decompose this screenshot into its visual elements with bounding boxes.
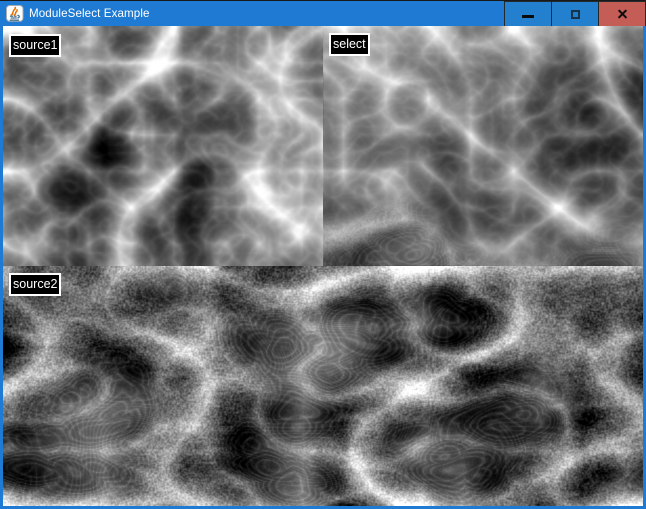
app-window: ModuleSelect Example source1 select sour… (0, 0, 646, 509)
title-bar[interactable]: ModuleSelect Example (0, 1, 646, 26)
source2-label: source2 (9, 273, 61, 296)
window-controls (505, 1, 646, 26)
close-icon (617, 9, 627, 19)
close-button[interactable] (598, 1, 646, 26)
client-area: source1 select source2 (3, 26, 643, 506)
maximize-icon (571, 10, 580, 19)
java-coffee-cup-icon (6, 5, 24, 22)
maximize-button[interactable] (551, 1, 599, 26)
source1-image (3, 26, 323, 266)
select-label: select (329, 33, 370, 56)
source1-label: source1 (9, 34, 61, 57)
minimize-icon (522, 15, 534, 18)
minimize-button[interactable] (504, 1, 552, 26)
window-title: ModuleSelect Example (29, 1, 150, 26)
source2-image (3, 266, 643, 506)
window-frame: ModuleSelect Example source1 select sour… (0, 1, 646, 509)
